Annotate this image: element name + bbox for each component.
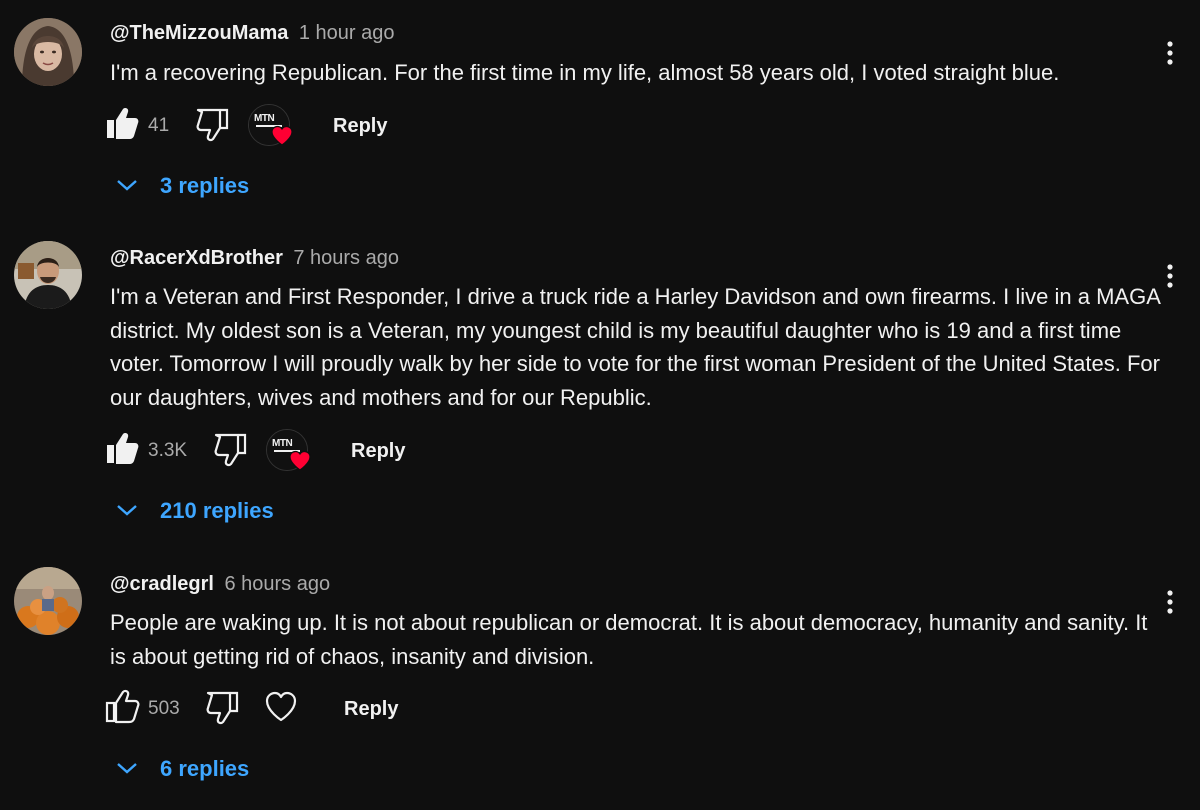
- thumbs-up-icon: [105, 689, 140, 724]
- comment-header: @TheMizzouMama 1 hour ago: [110, 20, 395, 48]
- kebab-menu-icon[interactable]: [1156, 36, 1184, 72]
- heart-icon: [289, 450, 311, 471]
- comment-timestamp[interactable]: 7 hours ago: [293, 247, 399, 269]
- kebab-menu-icon[interactable]: [1156, 585, 1184, 621]
- kebab-menu-icon[interactable]: [1156, 259, 1184, 295]
- comment-author[interactable]: @RacerXdBrother: [110, 247, 283, 269]
- replies-count-label: 6 replies: [160, 756, 250, 781]
- like-count: 3.3K: [148, 440, 188, 461]
- avatar[interactable]: [14, 241, 82, 309]
- like-button[interactable]: [104, 104, 144, 148]
- thumbs-up-icon: [107, 108, 139, 139]
- comment-header: @RacerXdBrother 7 hours ago: [110, 245, 399, 273]
- chevron-down-icon: [117, 763, 137, 774]
- replies-count-label: 3 replies: [160, 173, 250, 198]
- comment-text: People are waking up. It is not about re…: [110, 610, 1148, 669]
- avatar[interactable]: [14, 18, 82, 86]
- comment-timestamp[interactable]: 1 hour ago: [299, 22, 395, 44]
- like-button[interactable]: [104, 687, 144, 731]
- dislike-button[interactable]: [194, 104, 234, 148]
- comment-actions: 41 MTN Reply: [104, 104, 504, 148]
- comment-header: @cradlegrl 6 hours ago: [110, 571, 330, 599]
- like-count: 503: [148, 698, 180, 719]
- creator-heart[interactable]: MTN: [248, 104, 296, 152]
- heart-icon: [265, 691, 297, 722]
- avatar[interactable]: [14, 567, 82, 635]
- thumbs-down-icon: [214, 433, 247, 467]
- dislike-button[interactable]: [212, 429, 252, 473]
- comment-text: I'm a Veteran and First Responder, I dri…: [110, 284, 1160, 410]
- comment-actions: 3.3K MTN Reply: [104, 429, 504, 473]
- creator-heart[interactable]: MTN: [266, 429, 314, 477]
- thumbs-up-icon: [107, 433, 139, 464]
- channel-badge-text: MTN: [272, 438, 293, 449]
- comment-thread: @TheMizzouMama 1 hour ago I'm a recoveri…: [0, 18, 1200, 212]
- thumbs-down-icon: [206, 691, 239, 725]
- dislike-button[interactable]: [204, 687, 244, 731]
- chevron-down-icon: [117, 505, 137, 516]
- like-count: 41: [148, 115, 170, 136]
- channel-badge-text: MTN: [254, 113, 275, 124]
- like-button[interactable]: [104, 429, 144, 473]
- thumbs-down-icon: [196, 108, 229, 142]
- heart-icon: [271, 125, 293, 146]
- comment-actions: 503 Reply: [104, 687, 504, 731]
- replies-count-label: 210 replies: [160, 498, 274, 523]
- comment-author[interactable]: @cradlegrl: [110, 573, 214, 595]
- heart-button[interactable]: [262, 687, 302, 731]
- comment-text: I'm a recovering Republican. For the fir…: [110, 60, 1060, 85]
- reply-button[interactable]: Reply: [344, 697, 398, 721]
- reply-button[interactable]: Reply: [351, 439, 405, 463]
- comment-thread: @cradlegrl 6 hours ago People are waking…: [0, 567, 1200, 801]
- comment-author[interactable]: @TheMizzouMama: [110, 22, 288, 44]
- chevron-down-icon: [117, 180, 137, 191]
- comment-timestamp[interactable]: 6 hours ago: [224, 573, 330, 595]
- comment-thread: @RacerXdBrother 7 hours ago I'm a Vetera…: [0, 241, 1200, 545]
- reply-button[interactable]: Reply: [333, 114, 387, 138]
